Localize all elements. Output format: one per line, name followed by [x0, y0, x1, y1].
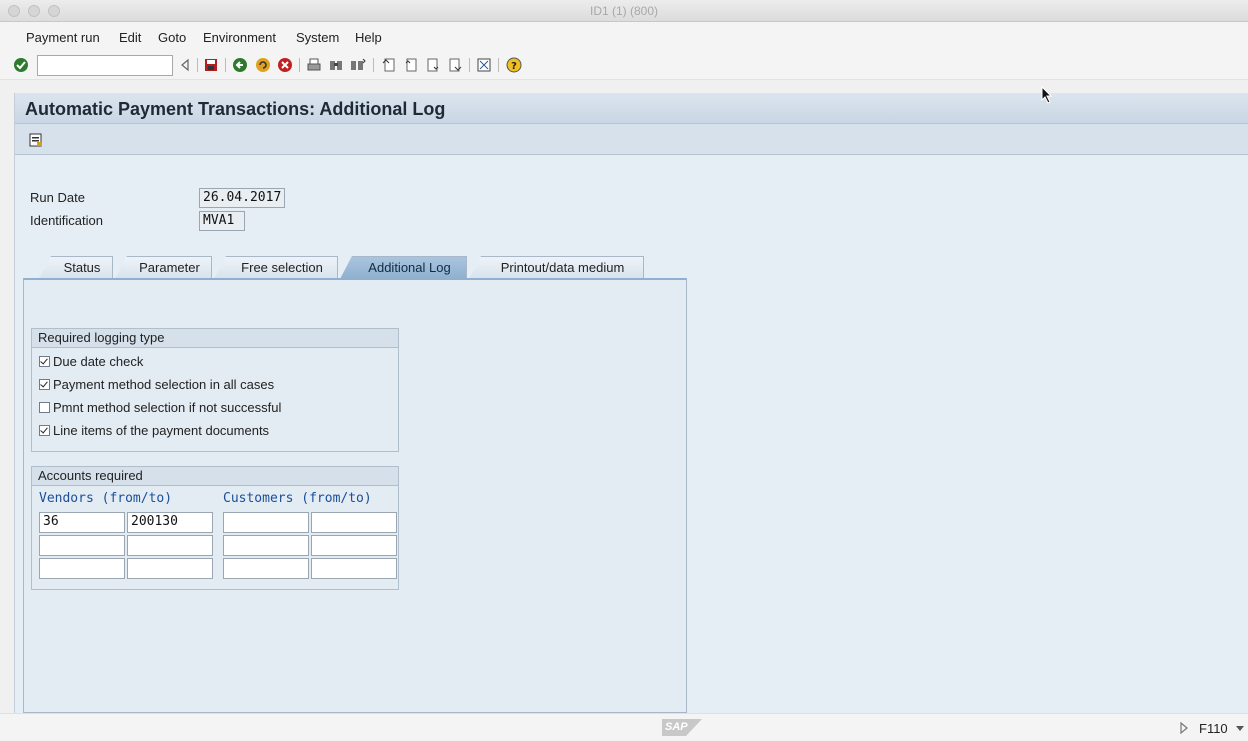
toolbar-separator — [498, 58, 499, 72]
vendor-from-field[interactable]: 36 — [39, 512, 125, 533]
due-date-check-label: Due date check — [53, 354, 144, 369]
menu-edit[interactable]: Edit — [119, 30, 141, 45]
run-date-field[interactable]: 26.04.2017 — [199, 188, 285, 208]
tab-status[interactable]: Status — [39, 256, 113, 279]
vendor-from-field[interactable] — [39, 535, 125, 556]
vendors-column-label: Vendors (from/to) — [39, 491, 173, 506]
logging-type-group: Required logging type Due date check Pay… — [31, 328, 399, 452]
menu-bar: Payment run Edit Goto Environment System… — [0, 22, 1248, 52]
application-toolbar — [15, 124, 1248, 155]
status-bar: SAP F110 — [0, 713, 1248, 741]
toolbar-separator — [197, 58, 198, 72]
vendor-to-field[interactable] — [127, 558, 213, 579]
help-icon[interactable]: ? — [505, 56, 523, 74]
vendor-to-field[interactable]: 200130 — [127, 512, 213, 533]
save-icon[interactable] — [202, 56, 220, 74]
tab-parameter[interactable]: Parameter — [115, 256, 212, 279]
enter-icon[interactable] — [12, 56, 30, 74]
toolbar-separator — [299, 58, 300, 72]
title-band: Automatic Payment Transactions: Addition… — [15, 93, 1248, 124]
customer-from-field[interactable] — [223, 558, 309, 579]
customer-to-field[interactable] — [311, 558, 397, 579]
page-title: Automatic Payment Transactions: Addition… — [25, 99, 446, 119]
menu-help[interactable]: Help — [355, 30, 382, 45]
payment-method-all-cases-label: Payment method selection in all cases — [53, 377, 275, 392]
vendor-to-field[interactable] — [127, 535, 213, 556]
transaction-code: F110 — [1199, 721, 1228, 736]
sap-logo: SAP — [662, 719, 702, 736]
find-next-icon[interactable] — [349, 56, 367, 74]
window-title: ID1 (1) (800) — [589, 4, 659, 18]
tab-free-selection[interactable]: Free selection — [214, 256, 338, 279]
previous-page-icon[interactable] — [402, 56, 420, 74]
tab-additional-log[interactable]: Additional Log — [340, 256, 467, 279]
payment-method-all-cases-option[interactable]: Payment method selection in all cases — [39, 377, 274, 392]
accounts-required-group-title: Accounts required — [32, 467, 398, 486]
payment-method-all-cases-checkbox[interactable] — [39, 379, 50, 390]
line-items-checkbox[interactable] — [39, 425, 50, 436]
status-expand-icon[interactable] — [1175, 719, 1193, 737]
accounts-required-group: Accounts required Vendors (from/to) Cust… — [31, 466, 399, 590]
due-date-check-checkbox[interactable] — [39, 356, 50, 367]
pmnt-method-not-successful-checkbox[interactable] — [39, 402, 50, 413]
cancel-icon[interactable] — [276, 56, 294, 74]
main-screen: Automatic Payment Transactions: Addition… — [14, 93, 1248, 713]
last-page-icon[interactable] — [446, 56, 464, 74]
customer-from-field[interactable] — [223, 512, 309, 533]
line-items-label: Line items of the payment documents — [53, 423, 270, 438]
exit-icon[interactable] — [254, 56, 272, 74]
system-info-dropdown-icon[interactable] — [1234, 719, 1246, 737]
customer-to-field[interactable] — [311, 535, 397, 556]
customers-column-label: Customers (from/to) — [223, 491, 372, 506]
change-view-icon[interactable] — [27, 131, 45, 149]
customer-from-field[interactable] — [223, 535, 309, 556]
logging-type-group-title: Required logging type — [32, 329, 398, 348]
print-icon[interactable] — [305, 56, 323, 74]
menu-system[interactable]: System — [296, 30, 339, 45]
first-page-icon[interactable] — [380, 56, 398, 74]
standard-toolbar: ? — [0, 52, 1248, 80]
svg-text:?: ? — [511, 61, 517, 72]
identification-label: Identification — [30, 213, 103, 228]
window-titlebar: ID1 (1) (800) — [0, 0, 1248, 22]
line-items-option[interactable]: Line items of the payment documents — [39, 423, 269, 438]
tab-printout-data-medium[interactable]: Printout/data medium — [469, 256, 644, 279]
toolbar-separator — [469, 58, 470, 72]
layout-menu-icon[interactable] — [475, 56, 493, 74]
mouse-cursor-icon — [1041, 86, 1053, 104]
find-icon[interactable] — [327, 56, 345, 74]
menu-payment-run[interactable]: Payment run — [26, 30, 100, 45]
back-icon[interactable] — [231, 56, 249, 74]
next-page-icon[interactable] — [424, 56, 442, 74]
menu-goto[interactable]: Goto — [158, 30, 186, 45]
vendor-from-field[interactable] — [39, 558, 125, 579]
menu-environment[interactable]: Environment — [203, 30, 276, 45]
customer-to-field[interactable] — [311, 512, 397, 533]
pmnt-method-not-successful-option[interactable]: Pmnt method selection if not successful — [39, 400, 281, 415]
pmnt-method-not-successful-label: Pmnt method selection if not successful — [53, 400, 282, 415]
additional-log-panel: Required logging type Due date check Pay… — [23, 278, 687, 713]
command-field-history-icon[interactable] — [176, 56, 194, 74]
toolbar-separator — [225, 58, 226, 72]
due-date-check-option[interactable]: Due date check — [39, 354, 143, 369]
run-date-label: Run Date — [30, 190, 85, 205]
command-field[interactable] — [37, 55, 173, 76]
toolbar-separator — [373, 58, 374, 72]
identification-field[interactable]: MVA1 — [199, 211, 245, 231]
